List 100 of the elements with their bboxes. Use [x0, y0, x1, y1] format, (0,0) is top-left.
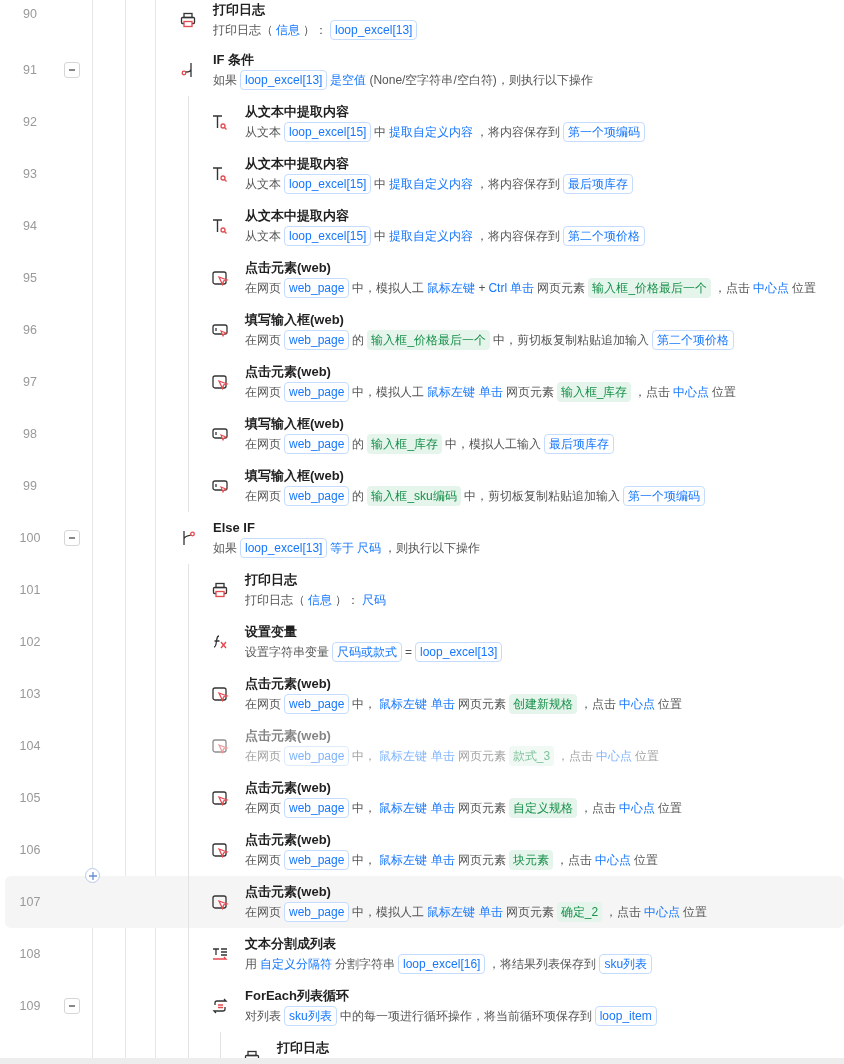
- description-text: 中: [374, 176, 387, 193]
- variable-tag[interactable]: web_page: [284, 278, 350, 298]
- description-text: 在网页: [245, 436, 281, 453]
- parameter-link[interactable]: 信息: [308, 590, 332, 610]
- variable-tag[interactable]: web_page: [284, 694, 350, 714]
- variable-tag[interactable]: loop_excel[13]: [415, 642, 503, 662]
- parameter-link[interactable]: 中心点: [753, 278, 790, 298]
- element-tag[interactable]: 确定_2: [556, 902, 603, 922]
- description-text: 位置: [683, 904, 708, 921]
- element-tag[interactable]: 输入框_sku编码: [367, 486, 461, 506]
- step-row[interactable]: 95 点击元素(web) 在网页 web_page 中，模拟人工 鼠标左键 + Ctrl 单击 网页元素 输入框_价格最后一个 ，点击 中心点 位置: [5, 252, 844, 304]
- step-title: 从文本中提取内容: [245, 103, 350, 121]
- parameter-link[interactable]: 中心点: [594, 850, 631, 870]
- parameter-link[interactable]: 提取自定义内容: [389, 122, 474, 142]
- step-row[interactable]: 92 从文本中提取内容 从文本 loop_excel[15] 中 提取自定义内容 ，将内容保存到 第一个项编码: [5, 96, 844, 148]
- parameter-link[interactable]: 鼠标左键 单击: [427, 382, 503, 402]
- variable-tag[interactable]: loop_excel[15]: [284, 122, 372, 142]
- parameter-link[interactable]: 提取自定义内容: [389, 226, 474, 246]
- parameter-link[interactable]: 等于: [330, 538, 355, 558]
- description-text: ，点击: [579, 696, 616, 713]
- variable-tag[interactable]: 最后项库存: [563, 174, 634, 194]
- step-row[interactable]: 94 从文本中提取内容 从文本 loop_excel[15] 中 提取自定义内容 ，将内容保存到 第二个项价格: [5, 200, 844, 252]
- element-tag[interactable]: 输入框_价格最后一个: [367, 330, 491, 350]
- collapse-toggle[interactable]: [64, 998, 80, 1014]
- variable-tag[interactable]: sku列表: [284, 1006, 337, 1026]
- parameter-link[interactable]: 自定义分隔符: [260, 954, 332, 974]
- parameter-link[interactable]: 鼠标左键 单击: [427, 902, 503, 922]
- parameter-link[interactable]: 中心点: [673, 382, 710, 402]
- variable-tag[interactable]: 第二个项价格: [652, 330, 735, 350]
- collapse-toggle[interactable]: [64, 62, 80, 78]
- parameter-link[interactable]: 中心点: [644, 902, 681, 922]
- element-tag[interactable]: 输入框_库存: [367, 434, 443, 454]
- parameter-link[interactable]: 中心点: [618, 694, 655, 714]
- parameter-link[interactable]: 是空值: [330, 70, 367, 90]
- step-row[interactable]: 99 填写输入框(web) 在网页 web_page 的 输入框_sku编码 中，剪切板复制粘贴追加输入 第一个项编码: [5, 460, 844, 512]
- step-row[interactable]: 91 IF 条件 如果 loop_excel[13] 是空值 (None/空字符串/空白符)，则执行以下操作: [5, 44, 844, 96]
- description-text: 中，剪切板复制粘贴追加输入: [493, 332, 650, 349]
- parameter-link[interactable]: 尺码: [362, 590, 386, 610]
- variable-tag[interactable]: loop_excel[16]: [398, 954, 486, 974]
- step-row[interactable]: 97 点击元素(web) 在网页 web_page 中，模拟人工 鼠标左键 单击 网页元素 输入框_库存 ，点击 中心点 位置: [5, 356, 844, 408]
- step-row[interactable]: 109 ForEach列表循环 对列表 sku列表 中的每一项进行循环操作，将当前循环项保存到 loop_item: [5, 980, 844, 1032]
- input-box-icon: [211, 425, 229, 443]
- variable-tag[interactable]: sku列表: [599, 954, 653, 974]
- step-title: 点击元素(web): [245, 363, 332, 381]
- variable-tag[interactable]: web_page: [284, 382, 350, 402]
- element-tag[interactable]: 创建新规格: [508, 694, 577, 714]
- step-row[interactable]: 90 打印日志 打印日志（ 信息 ）： loop_excel[13]: [5, 0, 844, 44]
- variable-tag[interactable]: loop_item: [594, 1006, 657, 1026]
- parameter-link[interactable]: Ctrl 单击: [488, 278, 535, 298]
- element-tag[interactable]: 自定义规格: [508, 798, 577, 818]
- parameter-link[interactable]: 信息: [276, 20, 300, 40]
- step-row[interactable]: 93 从文本中提取内容 从文本 loop_excel[15] 中 提取自定义内容 ，将内容保存到 最后项库存: [5, 148, 844, 200]
- cursor-click-icon: [211, 893, 229, 911]
- element-tag[interactable]: 块元素: [508, 850, 553, 870]
- variable-tag[interactable]: web_page: [284, 850, 350, 870]
- line-number: 100: [19, 531, 41, 545]
- element-tag[interactable]: 输入框_价格最后一个: [588, 278, 712, 298]
- step-row[interactable]: 108 文本分割成列表 用 自定义分隔符 分割字符串 loop_excel[16] ，将结果列表保存到 sku列表: [5, 928, 844, 980]
- variable-tag[interactable]: 第一个项编码: [563, 122, 646, 142]
- variable-tag[interactable]: 尺码或款式: [332, 642, 402, 662]
- variable-tag[interactable]: loop_excel[13]: [240, 70, 328, 90]
- step-row[interactable]: 103 点击元素(web) 在网页 web_page 中， 鼠标左键 单击 网页元素 创建新规格 ，点击 中心点 位置: [5, 668, 844, 720]
- variable-tag[interactable]: web_page: [284, 902, 350, 922]
- variable-tag[interactable]: web_page: [284, 330, 350, 350]
- step-row[interactable]: 106 点击元素(web) 在网页 web_page 中， 鼠标左键 单击 网页元素 块元素 ，点击 中心点 位置: [5, 824, 844, 876]
- variable-tag[interactable]: loop_excel[15]: [284, 174, 372, 194]
- step-row[interactable]: 96 填写输入框(web) 在网页 web_page 的 输入框_价格最后一个 中，剪切板复制粘贴追加输入 第二个项价格: [5, 304, 844, 356]
- parameter-link[interactable]: 尺码: [357, 538, 382, 558]
- variable-tag[interactable]: loop_excel[15]: [284, 226, 372, 246]
- parameter-link[interactable]: 中心点: [618, 798, 655, 818]
- step-row[interactable]: 100 Else IF 如果 loop_excel[13] 等于 尺码 ，则执行以下操作: [5, 512, 844, 564]
- variable-tag[interactable]: loop_excel[13]: [240, 538, 328, 558]
- variable-tag[interactable]: loop_excel[13]: [330, 20, 418, 40]
- variable-tag[interactable]: 最后项库存: [544, 434, 615, 454]
- variable-tag[interactable]: web_page: [284, 798, 350, 818]
- description-text: 在网页: [245, 332, 281, 349]
- line-number: 96: [23, 323, 37, 337]
- parameter-link[interactable]: 提取自定义内容: [389, 174, 474, 194]
- step-row[interactable]: 105 点击元素(web) 在网页 web_page 中， 鼠标左键 单击 网页元素 自定义规格 ，点击 中心点 位置: [5, 772, 844, 824]
- parameter-link[interactable]: 鼠标左键 单击: [379, 798, 455, 818]
- step-row[interactable]: 98 填写输入框(web) 在网页 web_page 的 输入框_库存 中，模拟人工输入 最后项库存: [5, 408, 844, 460]
- variable-tag[interactable]: web_page: [284, 434, 350, 454]
- step-row[interactable]: 102 设置变量 设置字符串变量 尺码或款式 = loop_excel[13]: [5, 616, 844, 668]
- variable-tag[interactable]: 第二个项价格: [563, 226, 646, 246]
- parameter-link[interactable]: 鼠标左键 单击: [379, 850, 455, 870]
- parameter-link[interactable]: 鼠标左键: [427, 278, 476, 298]
- element-tag[interactable]: 输入框_库存: [556, 382, 632, 402]
- minus-icon: [68, 1002, 76, 1010]
- description-text: 位置: [657, 696, 682, 713]
- input-box-icon: [211, 321, 229, 339]
- description-text: 在网页: [245, 800, 281, 817]
- variable-tag[interactable]: web_page: [284, 486, 350, 506]
- description-text: ）：: [335, 592, 359, 609]
- cursor-click-icon: [211, 269, 229, 287]
- collapse-toggle[interactable]: [64, 530, 80, 546]
- step-row[interactable]: 101 打印日志 打印日志（ 信息 ）： 尺码: [5, 564, 844, 616]
- variable-tag[interactable]: 第一个项编码: [622, 486, 705, 506]
- description-text: 中，: [352, 800, 377, 817]
- step-row[interactable]: 107 点击元素(web) 在网页 web_page 中，模拟人工 鼠标左键 单击 网页元素 确定_2 ，点击 中心点 位置: [5, 876, 844, 928]
- parameter-link[interactable]: 鼠标左键 单击: [379, 694, 455, 714]
